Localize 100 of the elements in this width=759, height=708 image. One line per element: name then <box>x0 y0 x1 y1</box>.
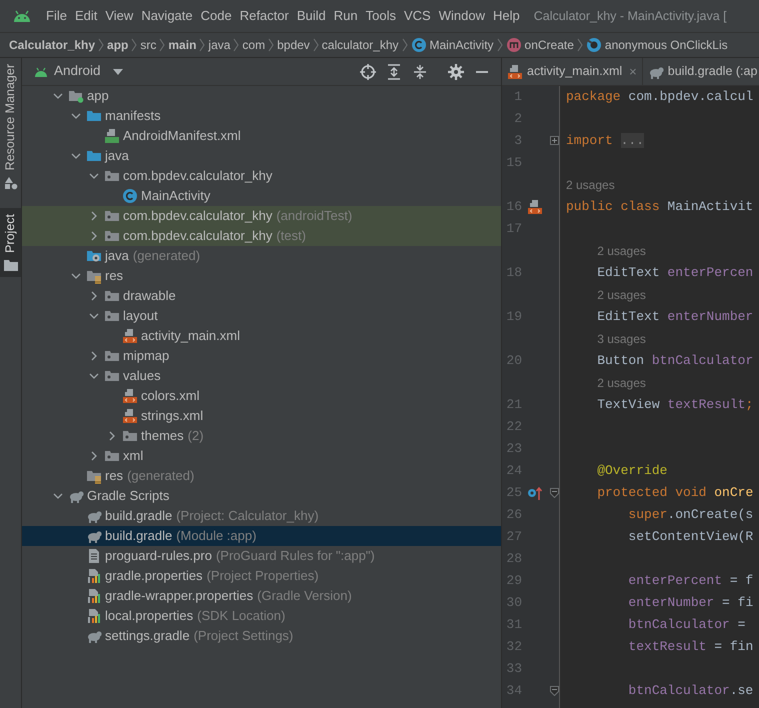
usages-hint[interactable]: 2 usages <box>597 374 646 392</box>
tree-row[interactable]: java <box>22 146 501 166</box>
package-folder-icon <box>104 208 120 224</box>
chevron-down-icon[interactable] <box>89 171 99 181</box>
breadcrumb-item[interactable]: anonymous OnClickLis <box>584 36 729 54</box>
editor-tab[interactable]: build.gradle (:ap <box>642 58 759 85</box>
usages-hint[interactable]: 2 usages <box>566 176 615 194</box>
fold-expand-icon[interactable] <box>550 136 559 145</box>
code-line: enterNumber = fi <box>627 594 754 612</box>
tree-row[interactable]: settings.gradle (Project Settings) <box>22 626 501 646</box>
chevron-icon <box>131 38 138 52</box>
chevron-icon <box>402 38 408 52</box>
menu-item[interactable]: View <box>101 6 138 26</box>
chevron-right-icon[interactable] <box>107 431 117 441</box>
side-tab[interactable]: Resource Manager <box>0 58 21 196</box>
chevron-down-icon[interactable] <box>71 151 81 161</box>
expand-all-icon[interactable] <box>386 64 402 80</box>
breadcrumb-item[interactable]: app <box>106 36 130 54</box>
tree-row[interactable]: proguard-rules.pro (ProGuard Rules for ":app") <box>22 546 501 566</box>
tree-row[interactable]: themes (2) <box>22 426 501 446</box>
code-line: enterPercent = f <box>627 572 754 590</box>
menu-item[interactable]: Navigate <box>137 6 197 26</box>
chevron-right-icon[interactable] <box>89 291 99 301</box>
fold-collapse-icon[interactable] <box>550 488 559 498</box>
chevron-right-icon[interactable] <box>89 231 99 241</box>
chevron-right-icon[interactable] <box>89 351 99 361</box>
layout-file-icon <box>122 388 138 404</box>
menu-item[interactable]: Window <box>434 6 489 26</box>
settings-icon[interactable] <box>448 64 464 80</box>
tree-row[interactable]: values <box>22 366 501 386</box>
code-line: Button btnCalculator <box>596 352 754 370</box>
chevron-down-icon[interactable] <box>89 311 99 321</box>
menu-item[interactable]: VCS <box>400 6 435 26</box>
breadcrumb-item[interactable]: main <box>167 36 198 54</box>
tree-row[interactable]: com.bpdev.calculator_khy (androidTest) <box>22 206 501 226</box>
folder-icon <box>86 108 102 124</box>
menu-item[interactable]: File <box>42 6 71 26</box>
chevron-down-icon[interactable] <box>89 371 99 381</box>
code-line: super.onCreate(s <box>627 506 754 524</box>
chevron-down-icon[interactable] <box>71 271 81 281</box>
package-folder-icon <box>122 428 138 444</box>
chevron-right-icon[interactable] <box>89 451 99 461</box>
menu-item[interactable]: Build <box>292 6 330 26</box>
window-title: Calculator_khy - MainActivity.java [ <box>534 8 727 25</box>
code-line: package com.bpdev.calcul <box>565 88 754 106</box>
layout-file-icon <box>527 199 543 215</box>
tree-row[interactable]: AndroidManifest.xml <box>22 126 501 146</box>
usages-hint[interactable]: 2 usages <box>597 242 646 260</box>
menu-item[interactable]: Run <box>330 6 362 26</box>
breadcrumb-item[interactable]: MainActivity <box>410 36 495 54</box>
breadcrumb-item[interactable]: onCreate <box>504 36 575 54</box>
tree-row[interactable]: gradle.properties (Project Properties) <box>22 566 501 586</box>
menu-item[interactable]: Help <box>488 6 524 26</box>
tree-row[interactable]: MainActivity <box>22 186 501 206</box>
locate-icon[interactable] <box>360 64 376 80</box>
tree-row[interactable]: Gradle Scripts <box>22 486 501 506</box>
tree-row[interactable]: drawable <box>22 286 501 306</box>
properties-file-icon <box>86 588 102 604</box>
chevron-down-icon[interactable] <box>71 111 81 121</box>
fold-collapse-icon[interactable] <box>550 686 559 696</box>
side-tab[interactable]: Project <box>0 208 21 278</box>
tree-row[interactable]: com.bpdev.calculator_khy (test) <box>22 226 501 246</box>
tree-row[interactable]: res (generated) <box>22 466 501 486</box>
tree-row[interactable]: colors.xml <box>22 386 501 406</box>
tree-row[interactable]: xml <box>22 446 501 466</box>
usages-hint[interactable]: 2 usages <box>597 286 646 304</box>
folder-icon <box>4 259 18 272</box>
breadcrumb-item[interactable]: calculator_khy <box>320 36 400 54</box>
tree-row[interactable]: com.bpdev.calculator_khy <box>22 166 501 186</box>
collapse-all-icon[interactable] <box>412 64 428 80</box>
override-icon <box>527 485 543 501</box>
tree-row[interactable]: build.gradle (Project: Calculator_khy) <box>22 506 501 526</box>
chevron-right-icon[interactable] <box>89 211 99 221</box>
tree-row[interactable]: res <box>22 266 501 286</box>
breadcrumb-item[interactable]: Calculator_khy <box>8 36 96 54</box>
tree-row[interactable]: java (generated) <box>22 246 501 266</box>
tree-row[interactable]: layout <box>22 306 501 326</box>
tree-row[interactable]: gradle-wrapper.properties (Gradle Version) <box>22 586 501 606</box>
view-selector[interactable]: Android <box>34 61 101 82</box>
chevron-icon <box>268 38 274 52</box>
breadcrumb-item[interactable]: java <box>207 36 232 54</box>
menu-item[interactable]: Tools <box>362 6 400 26</box>
chevron-down-icon[interactable] <box>53 91 63 101</box>
menu-item[interactable]: Refactor <box>236 6 293 26</box>
tree-row[interactable]: strings.xml <box>22 406 501 426</box>
breadcrumb-item[interactable]: bpdev <box>276 36 311 54</box>
usages-hint[interactable]: 3 usages <box>597 330 646 348</box>
breadcrumb-item[interactable]: src <box>139 36 158 54</box>
chevron-down-icon[interactable] <box>53 491 63 501</box>
tree-row[interactable]: activity_main.xml <box>22 326 501 346</box>
menu-item[interactable]: Edit <box>70 6 102 26</box>
tree-row[interactable]: local.properties (SDK Location) <box>22 606 501 626</box>
tree-row[interactable]: build.gradle (Module :app) <box>22 526 501 546</box>
tree-row[interactable]: app <box>22 86 501 106</box>
breadcrumb-item[interactable]: com <box>241 36 266 54</box>
tree-row[interactable]: manifests <box>22 106 501 126</box>
code-line: public class MainActivit <box>565 198 754 216</box>
resource-folder-icon <box>86 268 102 284</box>
menu-item[interactable]: Code <box>196 6 236 26</box>
tree-row[interactable]: mipmap <box>22 346 501 366</box>
